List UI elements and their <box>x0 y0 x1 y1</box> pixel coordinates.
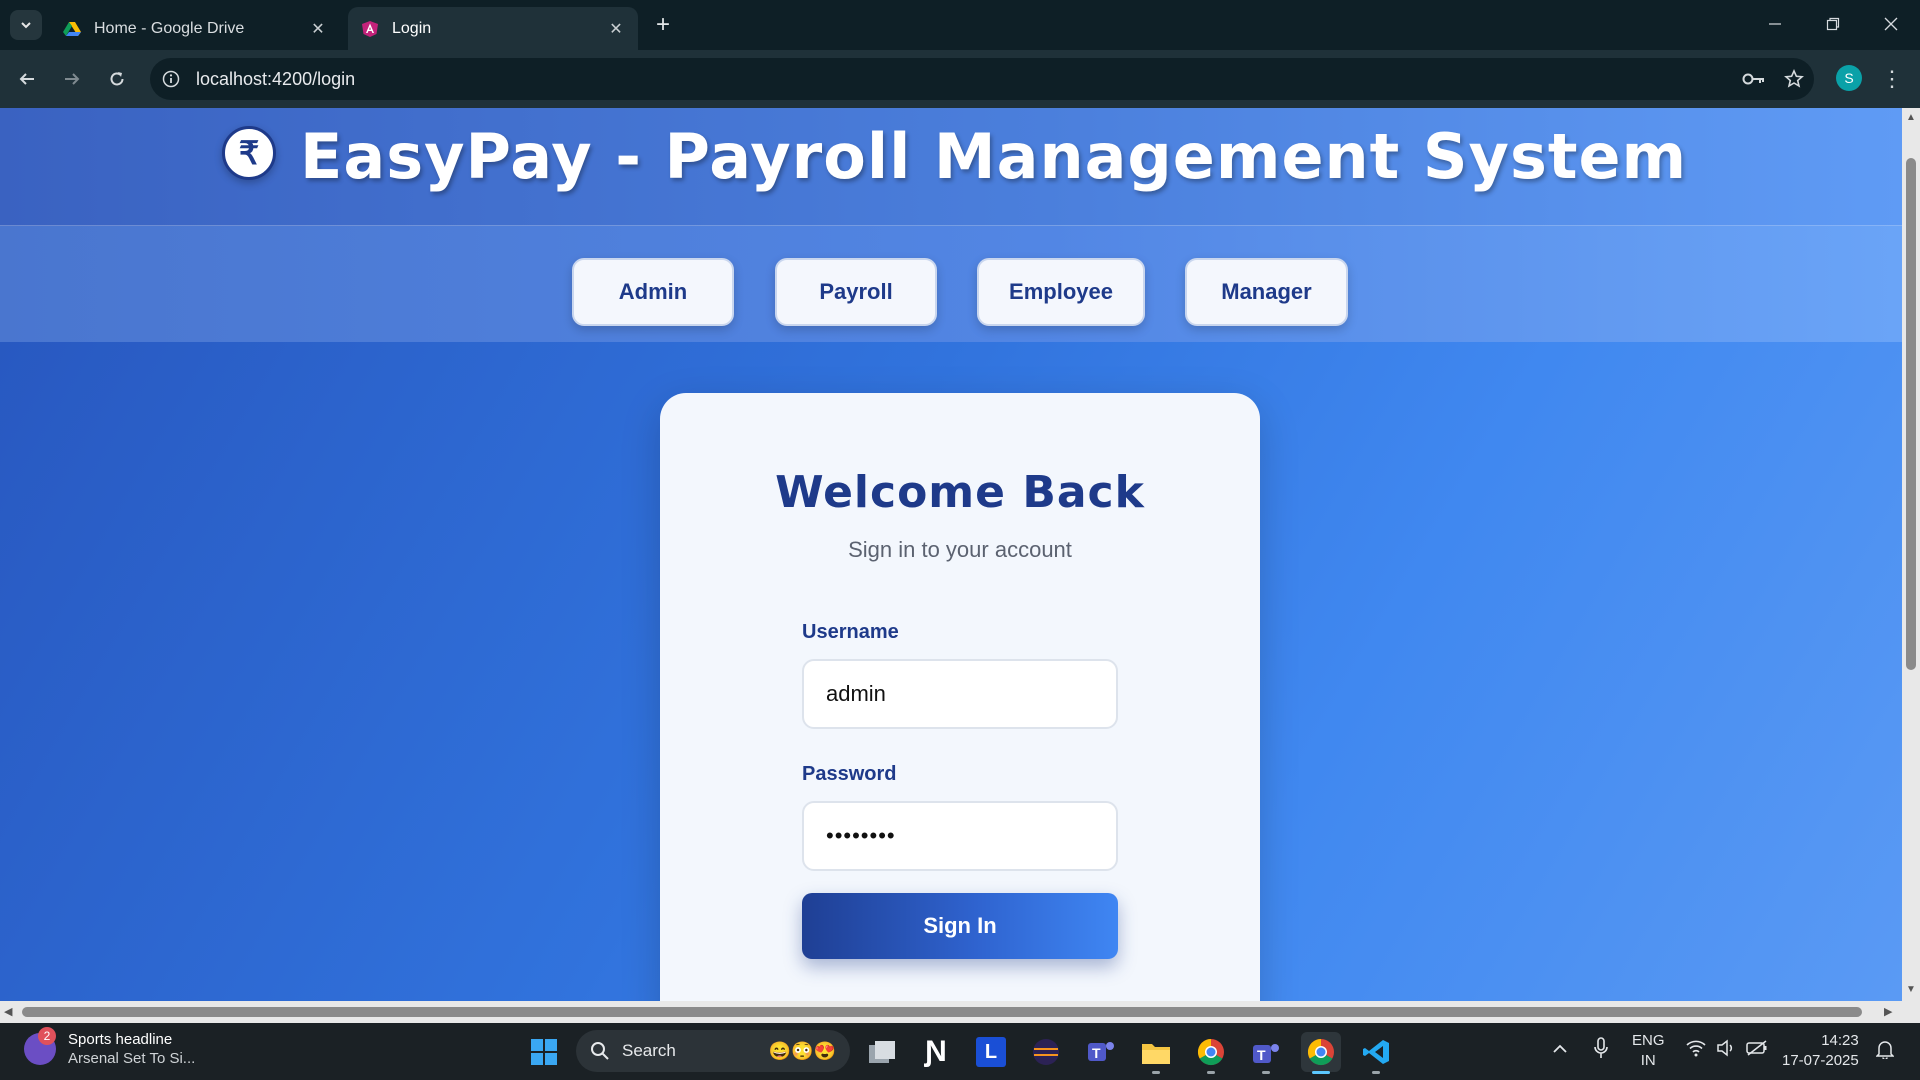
search-label: Search <box>622 1041 676 1060</box>
windows-start-icon[interactable] <box>524 1032 564 1072</box>
new-tab-button[interactable]: + <box>650 12 676 38</box>
close-icon <box>1884 17 1898 31</box>
reload-button[interactable] <box>100 62 134 96</box>
sign-in-button[interactable]: Sign In <box>802 893 1118 959</box>
file-explorer-icon[interactable] <box>1136 1032 1176 1072</box>
nav-manager-button[interactable]: Manager <box>1185 258 1348 326</box>
teams-app-icon[interactable]: T <box>1081 1032 1121 1072</box>
chrome-active-icon[interactable] <box>1301 1032 1341 1072</box>
svg-text:T: T <box>1257 1047 1266 1063</box>
tab-login[interactable]: Login ✕ <box>348 7 638 50</box>
scroll-down-icon[interactable]: ▼ <box>1905 984 1917 995</box>
clock-time: 14:23 <box>1821 1032 1859 1049</box>
tab-google-drive[interactable]: Home - Google Drive ✕ <box>50 7 340 50</box>
address-bar[interactable]: localhost:4200/login <box>150 58 1814 100</box>
reload-icon <box>110 72 124 86</box>
horizontal-scrollbar[interactable]: ◀ ▶ <box>0 1001 1920 1023</box>
vscode-icon[interactable] <box>1356 1032 1396 1072</box>
news-title: Sports headline <box>68 1031 173 1048</box>
language-indicator[interactable]: ENG IN <box>1632 1031 1665 1071</box>
minimize-button[interactable] <box>1752 8 1798 40</box>
tab-title: Login <box>392 19 432 37</box>
scroll-left-icon[interactable]: ◀ <box>4 1005 12 1018</box>
tab-title: Home - Google Drive <box>94 19 245 37</box>
svg-text:T: T <box>1092 1045 1101 1061</box>
password-key-icon[interactable] <box>1734 72 1774 86</box>
notification-bell-icon[interactable] <box>1875 1039 1895 1063</box>
scroll-up-icon[interactable]: ▲ <box>1905 112 1917 123</box>
url-text[interactable]: localhost:4200/login <box>196 69 1734 90</box>
password-label: Password <box>802 763 897 785</box>
close-icon[interactable]: ✕ <box>606 19 626 39</box>
active-indicator <box>1312 1071 1330 1074</box>
microphone-icon[interactable] <box>1594 1037 1608 1063</box>
system-clock[interactable]: 14:23 17-07-2025 <box>1782 1031 1859 1071</box>
restore-icon <box>1826 17 1840 31</box>
browser-menu-icon[interactable]: ⋮ <box>1878 62 1906 96</box>
wifi-icon[interactable] <box>1686 1039 1706 1061</box>
clock-date: 17-07-2025 <box>1782 1052 1859 1069</box>
arrow-left-icon <box>19 73 34 85</box>
language-line1: ENG <box>1632 1032 1665 1049</box>
role-navigation: Admin Payroll Employee Manager <box>0 226 1902 342</box>
search-icon <box>591 1042 609 1060</box>
notification-badge: 2 <box>38 1027 56 1045</box>
minimize-icon <box>1769 23 1781 25</box>
task-view-icon[interactable] <box>862 1032 902 1072</box>
horizontal-scroll-thumb[interactable] <box>22 1007 1862 1017</box>
volume-icon[interactable] <box>1716 1039 1736 1061</box>
page-viewport: ₹ EasyPay - Payroll Management System Ad… <box>0 108 1902 1001</box>
letter-l-app-icon[interactable]: L <box>971 1032 1011 1072</box>
close-window-button[interactable] <box>1868 8 1914 40</box>
tab-search-button[interactable] <box>10 10 42 40</box>
login-card: Welcome Back Sign in to your account Use… <box>660 393 1260 1001</box>
login-subheading: Sign in to your account <box>848 537 1072 562</box>
nav-admin-button[interactable]: Admin <box>572 258 734 326</box>
angular-icon <box>360 19 380 39</box>
close-icon[interactable]: ✕ <box>308 19 328 39</box>
password-input[interactable]: •••••••• <box>802 801 1118 871</box>
bookmark-star-icon[interactable] <box>1774 69 1814 89</box>
running-indicator <box>1372 1071 1380 1074</box>
site-info-icon[interactable] <box>150 70 192 88</box>
arrow-right-icon <box>65 73 80 85</box>
emoji-widget-icon: 😄😳😍 <box>768 1040 836 1061</box>
language-line2: IN <box>1640 1052 1656 1069</box>
vertical-scrollbar[interactable]: ▲ ▼ <box>1902 108 1920 1001</box>
browser-toolbar: localhost:4200/login S ⋮ <box>0 50 1920 108</box>
news-widget[interactable]: 2 Sports headline Arsenal Set To Si... <box>24 1027 196 1067</box>
scroll-right-icon[interactable]: ▶ <box>1884 1005 1892 1018</box>
running-indicator <box>1207 1071 1215 1074</box>
app-header: ₹ EasyPay - Payroll Management System <box>0 108 1902 226</box>
restore-button[interactable] <box>1810 8 1856 40</box>
app-title: EasyPay - Payroll Management System <box>300 120 1688 193</box>
windows-taskbar: 2 Sports headline Arsenal Set To Si... S… <box>0 1023 1920 1080</box>
back-button[interactable] <box>10 62 44 96</box>
login-heading: Welcome Back <box>775 467 1145 518</box>
notion-app-icon[interactable]: Ɲ <box>916 1032 956 1072</box>
running-indicator <box>1262 1071 1270 1074</box>
news-subtitle: Arsenal Set To Si... <box>68 1050 196 1067</box>
username-label: Username <box>802 621 899 643</box>
battery-saver-icon[interactable] <box>1746 1039 1768 1061</box>
letter-l-label: L <box>976 1037 1006 1067</box>
teams-work-icon[interactable]: T <box>1246 1032 1286 1072</box>
news-widget-icon: 2 <box>24 1027 56 1065</box>
eclipse-app-icon[interactable] <box>1026 1032 1066 1072</box>
google-drive-icon <box>62 19 82 39</box>
forward-button[interactable] <box>55 62 89 96</box>
nav-employee-button[interactable]: Employee <box>977 258 1145 326</box>
browser-tab-strip: Home - Google Drive ✕ Login ✕ + <box>0 0 1920 50</box>
chevron-down-icon <box>21 22 31 29</box>
running-indicator <box>1152 1071 1160 1074</box>
username-input[interactable]: admin <box>802 659 1118 729</box>
rupee-logo-icon: ₹ <box>222 126 276 180</box>
chrome-profile-icon[interactable] <box>1191 1032 1231 1072</box>
taskbar-search[interactable]: Search 😄😳😍 <box>576 1030 850 1072</box>
vertical-scroll-thumb[interactable] <box>1906 158 1916 670</box>
show-hidden-icons-icon[interactable] <box>1552 1041 1568 1058</box>
nav-payroll-button[interactable]: Payroll <box>775 258 937 326</box>
profile-avatar[interactable]: S <box>1836 65 1862 91</box>
